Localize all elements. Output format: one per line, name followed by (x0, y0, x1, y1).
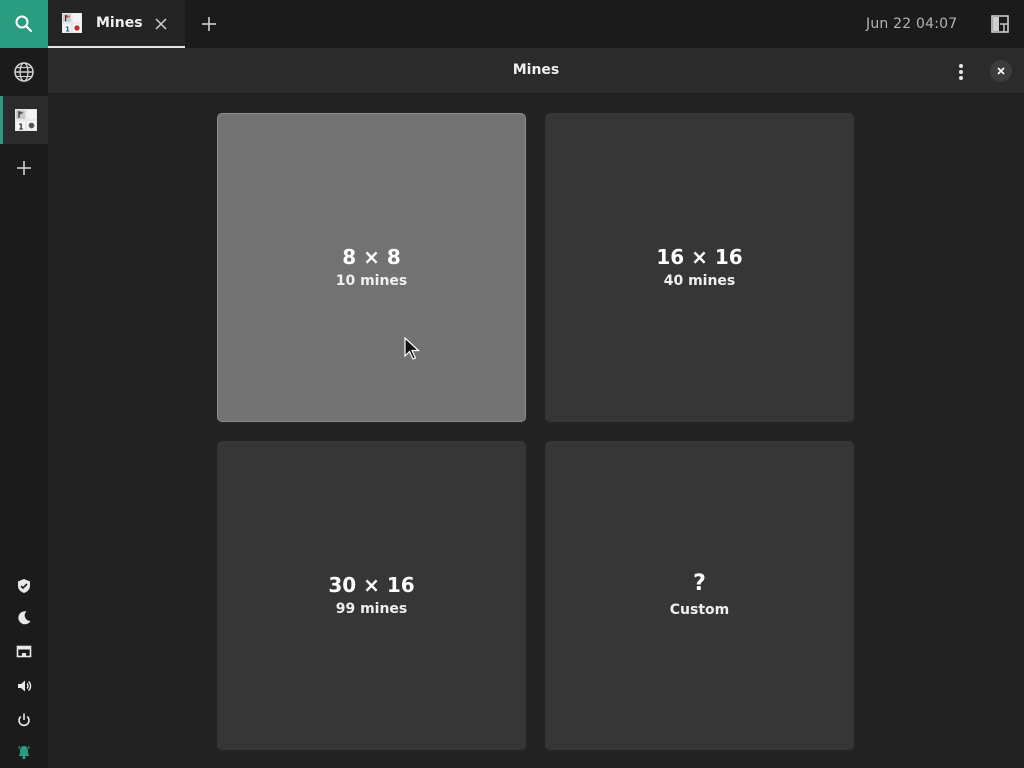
sidebar-item-browser[interactable] (0, 48, 48, 96)
tab-label: Mines (96, 15, 143, 31)
mines-app-icon: 1 (62, 13, 82, 33)
custom-size-button[interactable]: ? Custom (545, 441, 854, 750)
window-title: Mines (512, 62, 560, 78)
card-custom-label: Custom (669, 602, 730, 618)
card-size-label: 30 × 16 (328, 572, 415, 597)
card-mines-label: 10 mines (335, 272, 408, 289)
size-8x8-button[interactable]: 8 × 8 10 mines (217, 113, 526, 422)
moon-icon[interactable] (12, 606, 36, 630)
tab-mines[interactable]: 1 Mines (48, 0, 185, 48)
search-button[interactable] (0, 0, 48, 48)
mines-window: Mines 8 × 8 10 mines 16 × 16 40 mines 30… (48, 48, 1024, 768)
size-16x16-button[interactable]: 16 × 16 40 mines (545, 113, 854, 422)
sidebar-add-button[interactable] (0, 144, 48, 192)
mouse-cursor (404, 337, 421, 360)
size-30x16-button[interactable]: 30 × 16 99 mines (217, 441, 526, 750)
bell-icon[interactable] (12, 740, 36, 764)
svg-text:1: 1 (18, 122, 23, 131)
card-question-mark: ? (693, 571, 706, 596)
globe-icon (14, 62, 34, 82)
tab-close-button[interactable] (151, 14, 171, 34)
menu-button[interactable] (948, 59, 974, 85)
shield-icon[interactable] (12, 574, 36, 598)
card-size-label: 16 × 16 (656, 244, 743, 269)
svg-text:1: 1 (65, 26, 70, 34)
card-mines-label: 40 mines (663, 272, 736, 289)
mines-app-icon: 1 (14, 109, 37, 131)
kebab-menu-icon (959, 64, 963, 80)
card-size-label: 8 × 8 (342, 244, 401, 269)
top-bar: 1 Mines Jun 22 04:07 (0, 0, 1024, 48)
card-mines-label: 99 mines (335, 600, 408, 617)
clock[interactable]: Jun 22 04:07 (866, 16, 957, 32)
close-icon (997, 67, 1005, 75)
window-layout-button[interactable] (988, 12, 1012, 36)
speaker-icon[interactable] (12, 674, 36, 698)
power-icon[interactable] (12, 708, 36, 732)
sidebar-item-mines[interactable]: 1 (0, 96, 48, 144)
display-icon[interactable] (12, 640, 36, 664)
window-close-button[interactable] (990, 60, 1012, 82)
window-layout-icon (991, 15, 1009, 33)
new-tab-button[interactable] (197, 12, 221, 36)
headerbar: Mines (48, 48, 1024, 94)
plus-icon (202, 17, 216, 31)
close-icon (155, 18, 167, 30)
plus-icon (17, 161, 31, 175)
sidebar: 1 (0, 48, 48, 768)
search-icon (15, 15, 33, 33)
